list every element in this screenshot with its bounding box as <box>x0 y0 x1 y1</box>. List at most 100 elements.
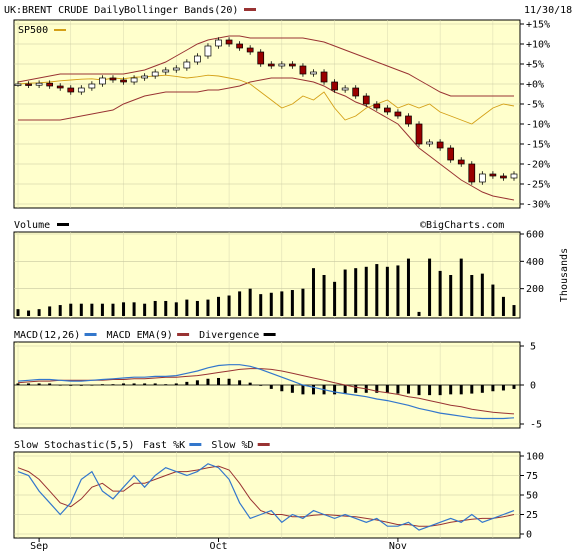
ytick-label: +15% <box>526 20 550 31</box>
xtick-label: Sep <box>30 541 48 552</box>
candle-body <box>510 173 518 179</box>
volume-bar <box>48 306 52 316</box>
divergence-bar <box>111 384 115 385</box>
volume-bar <box>459 258 463 316</box>
volume-bar <box>143 303 147 316</box>
volume-bar <box>501 296 505 316</box>
volume-bar <box>491 284 495 316</box>
divergence-bar <box>132 383 136 385</box>
divergence-bar <box>438 385 442 396</box>
ytick-label: -30% <box>526 200 550 211</box>
macd-legend: MACD(12,26) MACD EMA(9) Divergence <box>14 330 276 341</box>
volume-bar <box>238 291 242 316</box>
volume-bar <box>470 275 474 316</box>
volume-bar <box>259 294 263 316</box>
macd-legend-swatch <box>263 333 276 336</box>
volume-unit-label: Thousands <box>559 248 570 302</box>
candle-body <box>172 67 180 71</box>
volume-bar <box>438 270 442 316</box>
candle-body <box>373 103 381 109</box>
divergence-bar <box>491 385 495 392</box>
divergence-bar <box>512 385 516 389</box>
volume-bar <box>269 292 273 316</box>
divergence-bar <box>122 383 126 385</box>
ytick-label: 75 <box>526 471 538 482</box>
divergence-bar <box>470 385 474 394</box>
ytick-label: -10% <box>526 120 550 131</box>
volume-bar <box>248 288 252 316</box>
candle-body <box>478 173 486 183</box>
divergence-bar <box>217 377 221 385</box>
divergence-bar <box>164 384 168 385</box>
volume-bar <box>512 305 516 316</box>
divergence-bar <box>301 385 305 395</box>
volume-bar <box>90 303 94 316</box>
volume-bar <box>16 309 20 316</box>
divergence-bar <box>27 383 31 385</box>
stoch-legend-swatch <box>189 443 202 446</box>
divergence-bar <box>174 383 178 385</box>
volume-bar <box>164 300 168 316</box>
candle-body <box>67 87 75 93</box>
volume-bar <box>153 300 157 316</box>
macd-legend-label: Divergence <box>199 330 259 341</box>
volume-bar <box>195 300 199 316</box>
candle-body <box>35 82 43 86</box>
divergence-bar <box>385 385 389 393</box>
ytick-label: -15% <box>526 140 550 151</box>
chart-svg: UK:BRENT CRUDE Daily Bollinger Bands(20)… <box>0 0 579 552</box>
ytick-label: +5% <box>526 60 544 71</box>
candle-body <box>246 47 254 53</box>
ytick-label: 0 <box>530 381 536 392</box>
volume-bar <box>375 264 379 316</box>
candle-body <box>25 83 32 86</box>
divergence-bar <box>79 385 83 386</box>
macd-yticks: 5 0 -5 <box>520 342 542 431</box>
candle-body <box>362 95 370 105</box>
volume-bar <box>69 303 73 316</box>
ytick-label: -5% <box>526 100 544 111</box>
macd-legend-swatch <box>177 333 190 336</box>
volume-bar <box>290 290 294 316</box>
candle-body <box>130 77 138 83</box>
volume-bar <box>280 291 284 316</box>
ytick-label: 0 <box>526 530 532 541</box>
volume-bar <box>354 268 358 316</box>
candle-body <box>457 159 465 165</box>
candle-body <box>194 55 201 63</box>
candle-body <box>257 51 265 65</box>
volume-bar <box>343 269 347 316</box>
divergence-bar <box>417 385 421 396</box>
macd-legend-label: MACD(12,26) <box>14 330 80 341</box>
volume-bar <box>385 266 389 316</box>
volume-swatch <box>57 223 69 226</box>
divergence-bar <box>143 383 147 385</box>
divergence-bar <box>406 385 410 394</box>
divergence-bar <box>280 385 284 392</box>
candle-body <box>46 82 54 87</box>
ytick-label: -5 <box>530 420 542 431</box>
divergence-bar <box>396 385 400 394</box>
date-label: 11/30/18 <box>524 5 572 16</box>
bollinger-legend-swatch <box>244 8 256 11</box>
divergence-bar <box>459 385 463 395</box>
divergence-bar <box>480 385 484 393</box>
candle-body <box>331 81 338 91</box>
candle-body <box>99 77 106 85</box>
volume-bar <box>311 268 315 316</box>
volume-bar <box>27 310 31 316</box>
divergence-bar <box>227 378 231 385</box>
x-axis: Sep Oct Nov <box>30 538 407 552</box>
price-yticks: +15% +10% +5% +0% -5% -10% -15% -20% -25% -30% <box>520 20 550 211</box>
candle-body <box>88 83 96 89</box>
sp500-legend-swatch <box>54 29 66 31</box>
divergence-bar <box>248 382 252 385</box>
symbol-title: UK:BRENT CRUDE Daily <box>4 5 124 16</box>
candle-body <box>183 61 191 69</box>
volume-bar <box>322 275 326 316</box>
candle-body <box>489 173 497 177</box>
volume-bar <box>406 258 410 316</box>
macd-legend-label: MACD EMA(9) <box>107 330 173 341</box>
volume-bar <box>417 311 421 316</box>
volume-bar <box>100 303 104 316</box>
